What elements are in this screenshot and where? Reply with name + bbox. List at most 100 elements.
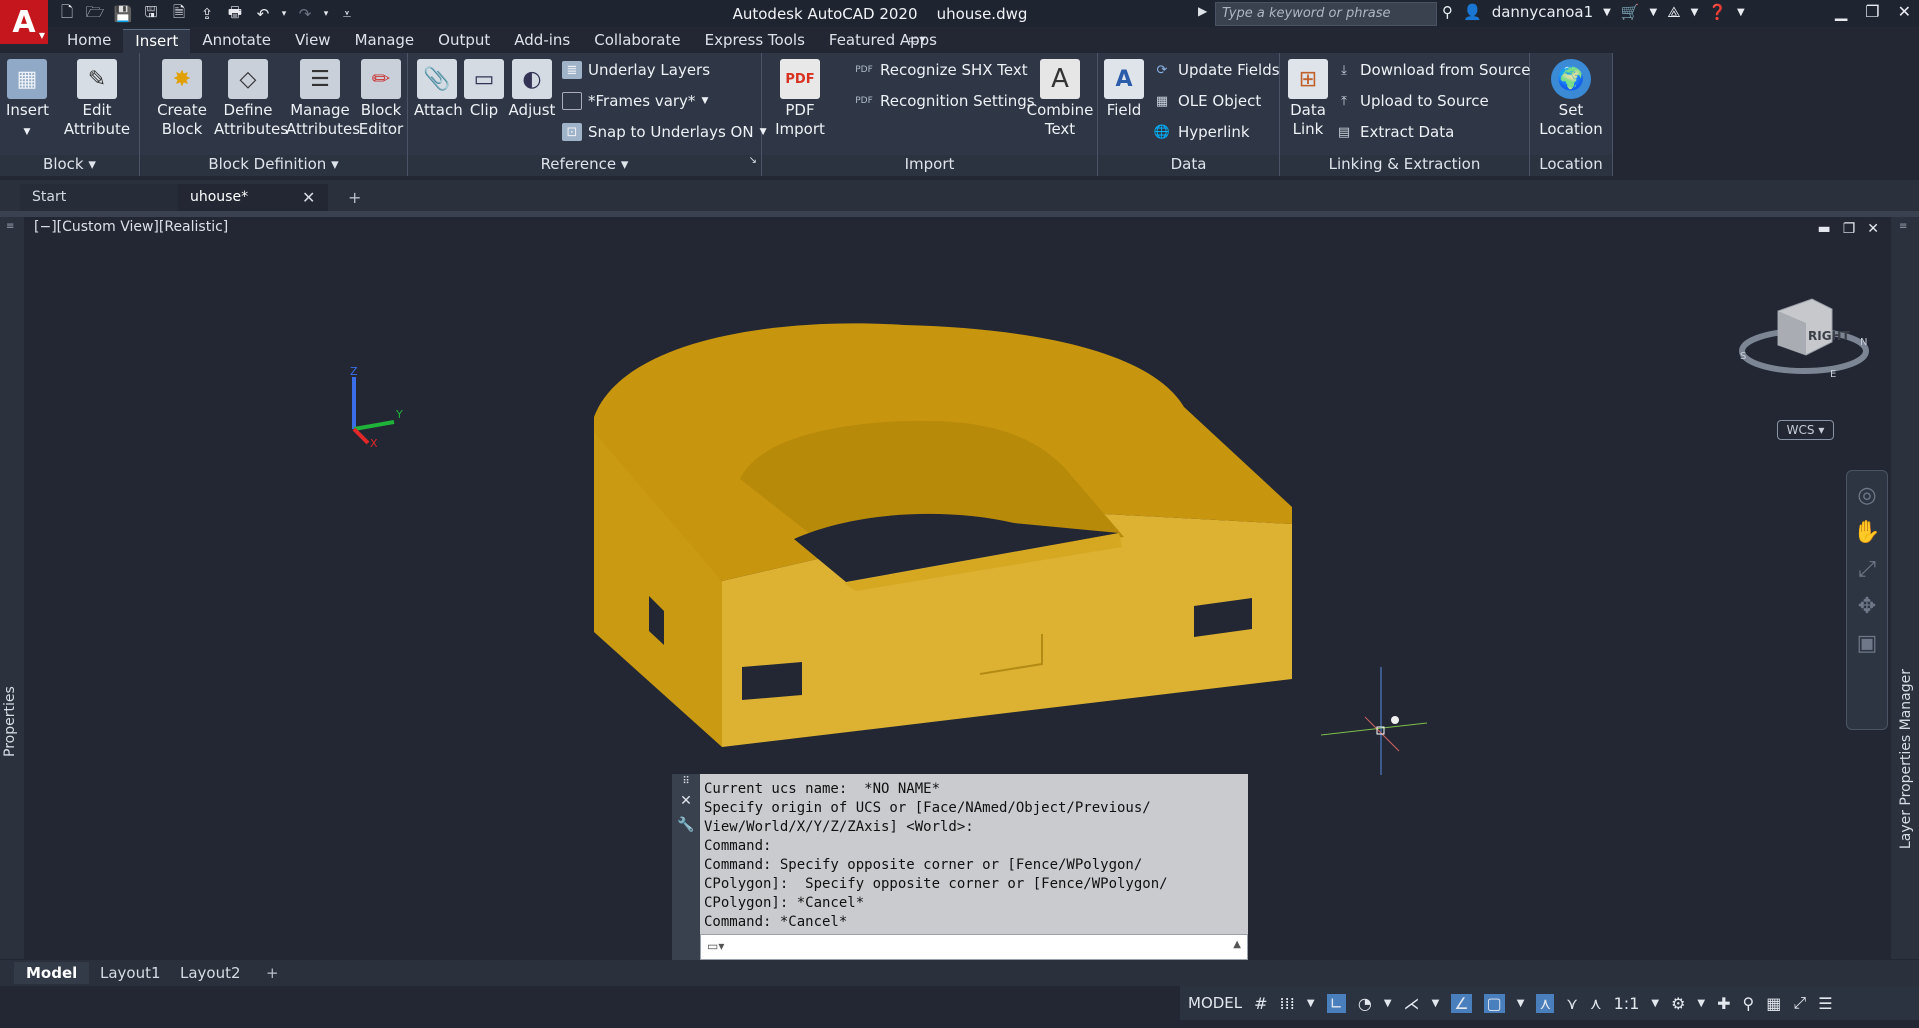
restore-icon[interactable]: ❐ xyxy=(1865,2,1879,21)
create-block-button[interactable]: ✸ Create Block xyxy=(154,59,210,139)
underlay-layers-button[interactable]: ≣ Underlay Layers xyxy=(562,61,710,79)
user-icon[interactable]: 👤 xyxy=(1463,3,1482,21)
grip-icon[interactable]: ⠿ xyxy=(672,776,700,787)
pan-icon[interactable]: ✋ xyxy=(1847,520,1887,545)
wrench-icon[interactable]: 🔧 xyxy=(672,817,700,833)
upload-to-source-button[interactable]: ⤒ Upload to Source xyxy=(1334,92,1489,110)
search-expand-icon[interactable]: ▶ xyxy=(1198,4,1207,18)
plot-icon[interactable]: 🖶 xyxy=(224,3,246,25)
new-tab-icon[interactable]: + xyxy=(348,188,361,207)
field-button[interactable]: A Field xyxy=(1104,59,1144,120)
hardware-acceleration-icon[interactable]: ▦ xyxy=(1766,994,1781,1013)
store-cart-icon[interactable]: 🛒 xyxy=(1621,3,1640,21)
insert-button[interactable]: ▦ Insert ▼ xyxy=(6,59,49,142)
steeringwheel-icon[interactable]: ◎ xyxy=(1847,483,1887,508)
history-up-icon[interactable]: ▲ xyxy=(1233,939,1241,950)
open-from-web-icon[interactable]: 🗎 xyxy=(168,3,190,25)
chevron-down-icon[interactable]: ▼ xyxy=(1651,998,1659,1009)
tab-manage[interactable]: Manage xyxy=(343,29,427,53)
save-to-web-icon[interactable]: ⇪ xyxy=(196,3,218,25)
layout-tab-layout2[interactable]: Layout2 xyxy=(168,962,253,984)
attach-button[interactable]: 📎 Attach xyxy=(414,59,463,120)
chevron-down-icon[interactable]: ▼ xyxy=(1697,998,1705,1009)
tab-home[interactable]: Home xyxy=(55,29,123,53)
chevron-down-icon[interactable]: ▼ xyxy=(1384,998,1392,1009)
viewcube-face-label[interactable]: RIGHT xyxy=(1808,329,1851,343)
ole-object-button[interactable]: ▦ OLE Object xyxy=(1152,92,1261,110)
minimize-icon[interactable]: ▁ xyxy=(1835,2,1847,21)
adjust-button[interactable]: ◐ Adjust xyxy=(508,59,556,120)
file-tab-start[interactable]: Start xyxy=(20,184,180,211)
redo-icon[interactable]: ↷ xyxy=(294,3,316,25)
pdf-import-button[interactable]: PDF PDF Import xyxy=(770,59,830,139)
recognition-settings-button[interactable]: PDF Recognition Settings xyxy=(854,92,1034,110)
showmotion-icon[interactable]: ▣ xyxy=(1847,631,1887,656)
isometric-icon[interactable]: ⋌ xyxy=(1404,994,1420,1013)
undo-icon[interactable]: ↶ xyxy=(252,3,274,25)
properties-label[interactable]: Properties xyxy=(2,686,18,757)
download-from-source-button[interactable]: ⤓ Download from Source xyxy=(1334,61,1530,79)
layer-properties-palette[interactable]: ≡ Layer Properties Manager xyxy=(1891,217,1919,959)
customize-qat-icon[interactable]: ⩡ xyxy=(336,3,358,25)
palette-grip-icon[interactable]: ≡ xyxy=(1899,221,1907,232)
auto-scale-icon[interactable]: ⋎ xyxy=(1566,994,1578,1013)
username[interactable]: dannycanoa1 xyxy=(1492,3,1593,21)
manage-attributes-button[interactable]: ☰ Manage Attributes xyxy=(286,59,360,139)
clean-screen-icon[interactable]: ⤢ xyxy=(1793,993,1806,1013)
panel-title-block[interactable]: Block ▾ xyxy=(0,155,139,176)
snap-to-underlays-dropdown[interactable]: ⊡ Snap to Underlays ON ▼ xyxy=(562,123,767,141)
command-input[interactable]: ▭▾ ▲ xyxy=(700,934,1248,960)
command-prompt-icon[interactable]: ▭▾ xyxy=(707,939,724,953)
viewcube[interactable]: RIGHT S N E xyxy=(1734,287,1874,377)
tab-collaborate[interactable]: Collaborate xyxy=(582,29,692,53)
binoculars-icon[interactable]: ⚲ xyxy=(1442,3,1453,21)
chevron-down-icon[interactable]: ▼ xyxy=(1603,7,1611,18)
wcs-dropdown[interactable]: WCS ▾ xyxy=(1777,420,1834,440)
restore-icon[interactable]: ❐ xyxy=(1843,221,1856,237)
layout-tab-model[interactable]: Model xyxy=(14,962,90,984)
tab-featured-apps[interactable]: Featured Apps xyxy=(817,29,949,53)
snap-mode-icon[interactable]: ⁞⁞⁞ xyxy=(1280,994,1295,1013)
orbit-icon[interactable]: ✥ xyxy=(1847,594,1887,619)
close-icon[interactable]: ✕ xyxy=(1867,221,1879,237)
chevron-down-icon[interactable]: ▼ xyxy=(1691,7,1699,18)
close-icon[interactable]: ✕ xyxy=(1898,2,1911,21)
plus-icon[interactable]: ✚ xyxy=(1717,994,1730,1013)
save-icon[interactable]: 💾 xyxy=(112,3,134,25)
tab-view[interactable]: View xyxy=(283,29,343,53)
viewport-controls-label[interactable]: [−][Custom View][Realistic] xyxy=(34,219,228,235)
grid-icon[interactable]: # xyxy=(1254,994,1267,1013)
object-snap-icon[interactable]: ▢ xyxy=(1483,993,1505,1013)
minimize-icon[interactable]: ▬ xyxy=(1817,221,1830,237)
tab-add-ins[interactable]: Add-ins xyxy=(502,29,582,53)
application-menu-button[interactable]: A ▼ xyxy=(0,0,48,44)
save-as-icon[interactable]: 🖫 xyxy=(140,3,162,25)
annotation-visibility-icon[interactable]: ⋏ xyxy=(1536,993,1555,1013)
isolate-objects-icon[interactable]: ⚲ xyxy=(1743,994,1755,1013)
panel-title-reference[interactable]: Reference ▾ ↘ xyxy=(408,155,761,176)
customization-icon[interactable]: ☰ xyxy=(1818,994,1832,1013)
define-attributes-button[interactable]: ◇ Define Attributes xyxy=(214,59,288,139)
edit-attribute-button[interactable]: ✎ Edit Attribute xyxy=(62,59,132,139)
update-fields-button[interactable]: ⟳ Update Fields xyxy=(1152,61,1280,79)
palette-grip-icon[interactable]: ≡ xyxy=(6,221,14,232)
chevron-down-icon[interactable]: ▼ xyxy=(1737,7,1745,18)
new-file-icon[interactable]: 🗋 xyxy=(56,3,78,25)
close-tab-icon[interactable]: ✕ xyxy=(302,188,315,207)
annotation-scale-icon[interactable]: ⋏ xyxy=(1590,994,1602,1013)
undo-dropdown-icon[interactable]: ▾ xyxy=(280,3,288,25)
layer-properties-label[interactable]: Layer Properties Manager xyxy=(1898,669,1914,849)
block-editor-button[interactable]: ✏ Block Editor xyxy=(358,59,404,139)
hyperlink-button[interactable]: 🌐 Hyperlink xyxy=(1152,123,1250,141)
add-layout-icon[interactable]: + xyxy=(254,962,291,984)
extract-data-button[interactable]: ▤ Extract Data xyxy=(1334,123,1454,141)
polar-tracking-icon[interactable]: ◔ xyxy=(1358,994,1372,1013)
set-location-button[interactable]: 🌍 Set Location xyxy=(1538,59,1604,139)
close-icon[interactable]: ✕ xyxy=(672,793,700,809)
model-space-toggle[interactable]: MODEL xyxy=(1188,994,1242,1012)
object-snap-tracking-icon[interactable]: ∠ xyxy=(1451,993,1472,1013)
recognize-shx-text-button[interactable]: PDF Recognize SHX Text xyxy=(854,61,1027,79)
chevron-down-icon[interactable]: ▼ xyxy=(1432,998,1440,1009)
open-file-icon[interactable]: 🗁 xyxy=(84,3,106,25)
tab-express-tools[interactable]: Express Tools xyxy=(693,29,817,53)
